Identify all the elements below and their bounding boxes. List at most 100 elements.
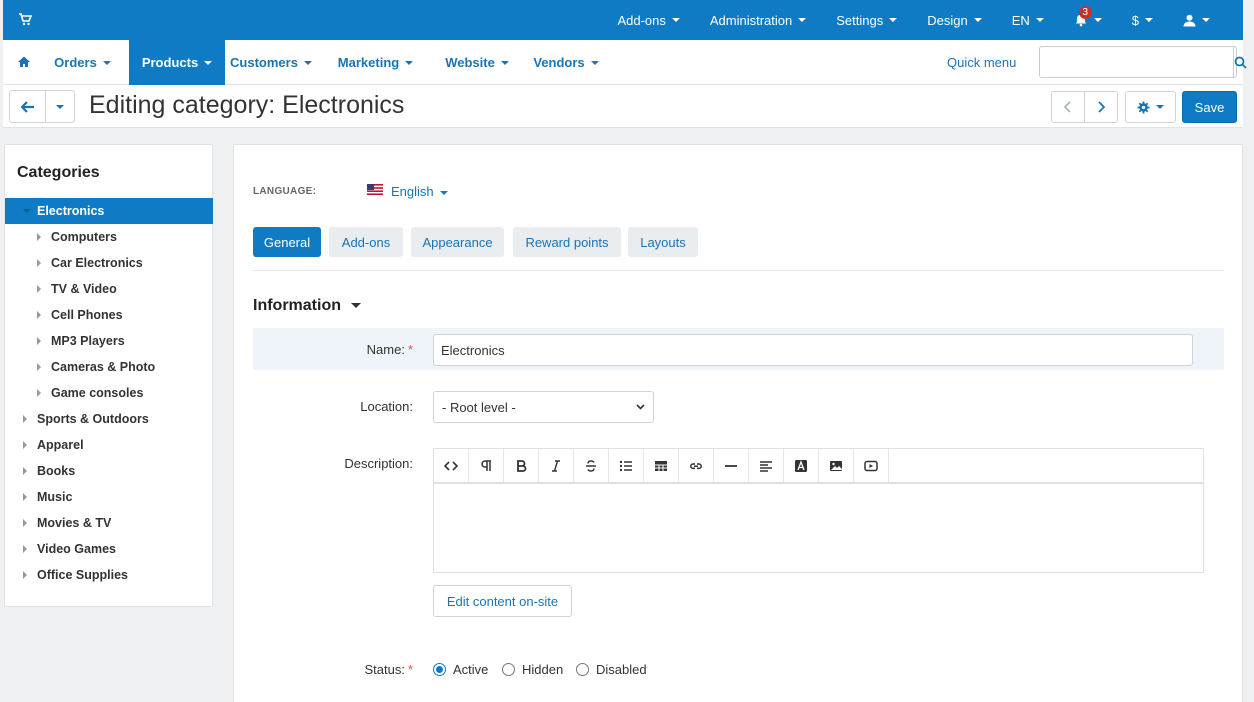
user-icon: [1183, 14, 1196, 26]
category-cell-phones[interactable]: Cell Phones: [5, 302, 213, 328]
cart-icon[interactable]: [18, 12, 32, 26]
topbar-item-[interactable]: $: [1117, 0, 1168, 40]
edit-content-onsite-button[interactable]: Edit content on-site: [433, 585, 572, 617]
settings-button[interactable]: [1125, 91, 1176, 123]
sidebar-title: Categories: [17, 164, 100, 181]
next-button[interactable]: [1084, 91, 1118, 123]
chevron-left-icon: [1064, 101, 1071, 113]
caret-down-icon: [303, 60, 312, 65]
search-input[interactable]: [1040, 47, 1233, 77]
tab-layouts[interactable]: Layouts: [628, 227, 698, 257]
paragraph-icon: [481, 459, 491, 471]
toolbar-video-button[interactable]: [854, 449, 889, 482]
language-selector[interactable]: English: [391, 184, 448, 199]
nav-vendors[interactable]: Vendors: [524, 40, 608, 85]
caret-down-icon: [973, 18, 982, 22]
status-radio-active[interactable]: Active: [433, 662, 488, 677]
category-game-consoles[interactable]: Game consoles: [5, 380, 213, 406]
section-information-toggle[interactable]: Information: [253, 297, 361, 315]
save-button[interactable]: Save: [1182, 91, 1237, 123]
back-button[interactable]: [9, 90, 46, 123]
nav-item-label: Orders: [54, 55, 97, 70]
caret-down-icon: [1145, 18, 1153, 22]
category-label: Car Electronics: [51, 256, 143, 270]
caret-down-icon: [1156, 105, 1164, 109]
category-office-supplies[interactable]: Office Supplies: [5, 562, 213, 588]
toolbar-paragraph-button[interactable]: [469, 449, 504, 482]
nav-orders[interactable]: Orders: [47, 40, 118, 85]
category-mp3-players[interactable]: MP3 Players: [5, 328, 213, 354]
topbar-item-add-ons[interactable]: Add-ons: [602, 0, 694, 40]
category-cameras-and-photo[interactable]: Cameras & Photo: [5, 354, 213, 380]
category-video-games[interactable]: Video Games: [5, 536, 213, 562]
nav-marketing[interactable]: Marketing: [331, 40, 420, 85]
caret-down-icon[interactable]: [23, 209, 31, 213]
toolbar-code-button[interactable]: [434, 449, 469, 482]
caret-right-icon[interactable]: [23, 415, 27, 423]
nav-website[interactable]: Website: [435, 40, 519, 85]
tab-appearance[interactable]: Appearance: [411, 227, 504, 257]
caret-right-icon[interactable]: [23, 441, 27, 449]
quick-menu-link[interactable]: Quick menu: [947, 55, 1016, 70]
category-computers[interactable]: Computers: [5, 224, 213, 250]
toolbar-bold-button[interactable]: [504, 449, 539, 482]
caret-right-icon[interactable]: [23, 467, 27, 475]
name-input[interactable]: Electronics: [433, 334, 1193, 366]
hr-icon: [725, 464, 737, 467]
toolbar-hr-button[interactable]: [714, 449, 749, 482]
search-button[interactable]: [1233, 47, 1247, 77]
topbar-item-settings[interactable]: Settings: [821, 0, 912, 40]
toolbar-font-color-button[interactable]: [784, 449, 819, 482]
description-editor[interactable]: [433, 448, 1204, 573]
chevron-right-icon: [1098, 101, 1105, 113]
category-movies-and-tv[interactable]: Movies & TV: [5, 510, 213, 536]
home-icon[interactable]: [17, 55, 31, 69]
tab-add-ons[interactable]: Add-ons: [329, 227, 403, 257]
category-label: Video Games: [37, 542, 116, 556]
caret-right-icon[interactable]: [37, 389, 41, 397]
topbar-item-en[interactable]: EN: [997, 0, 1059, 40]
status-radio-hidden[interactable]: Hidden: [502, 662, 563, 677]
back-dropdown-button[interactable]: [45, 90, 75, 123]
description-label: Description:: [344, 456, 413, 471]
status-radio-disabled[interactable]: Disabled: [576, 662, 647, 677]
caret-right-icon[interactable]: [23, 571, 27, 579]
nav-customers[interactable]: Customers: [225, 40, 317, 85]
category-electronics[interactable]: Electronics: [5, 198, 213, 224]
toolbar-align-button[interactable]: [749, 449, 784, 482]
category-books[interactable]: Books: [5, 458, 213, 484]
caret-right-icon[interactable]: [37, 233, 41, 241]
tab-general[interactable]: General: [253, 227, 321, 257]
tab-reward-points[interactable]: Reward points: [513, 227, 621, 257]
toolbar-strikethrough-button[interactable]: [574, 449, 609, 482]
toolbar-link-button[interactable]: [679, 449, 714, 482]
caret-right-icon[interactable]: [37, 363, 41, 371]
category-apparel[interactable]: Apparel: [5, 432, 213, 458]
caret-right-icon[interactable]: [23, 545, 27, 553]
caret-right-icon[interactable]: [37, 285, 41, 293]
toolbar-list-button[interactable]: [609, 449, 644, 482]
topbar-item-bell[interactable]: 3: [1059, 0, 1117, 40]
topbar-item-user[interactable]: [1168, 0, 1225, 40]
category-sports-and-outdoors[interactable]: Sports & Outdoors: [5, 406, 213, 432]
main-nav: Orders Products Customers Marketing Website V…: [3, 40, 1247, 85]
caret-right-icon[interactable]: [37, 311, 41, 319]
prev-button[interactable]: [1051, 91, 1085, 123]
topbar-item-administration[interactable]: Administration: [695, 0, 821, 40]
category-label: Sports & Outdoors: [37, 412, 149, 426]
category-tv-and-video[interactable]: TV & Video: [5, 276, 213, 302]
category-car-electronics[interactable]: Car Electronics: [5, 250, 213, 276]
category-music[interactable]: Music: [5, 484, 213, 510]
nav-products[interactable]: Products: [129, 40, 225, 85]
caret-right-icon[interactable]: [37, 337, 41, 345]
topbar-item-design[interactable]: Design: [912, 0, 996, 40]
category-label: Cell Phones: [51, 308, 123, 322]
toolbar-italic-button[interactable]: [539, 449, 574, 482]
caret-down-icon: [102, 60, 111, 65]
caret-right-icon[interactable]: [23, 519, 27, 527]
location-select[interactable]: - Root level -: [433, 391, 654, 423]
caret-right-icon[interactable]: [23, 493, 27, 501]
caret-right-icon[interactable]: [37, 259, 41, 267]
toolbar-image-button[interactable]: [819, 449, 854, 482]
toolbar-table-button[interactable]: [644, 449, 679, 482]
